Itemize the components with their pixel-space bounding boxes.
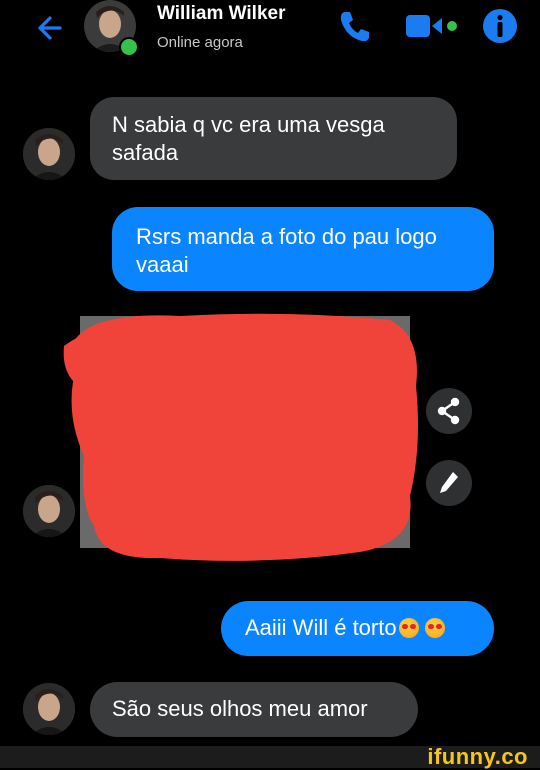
back-arrow-icon[interactable]: [30, 10, 66, 46]
message-bubble-incoming[interactable]: São seus olhos meu amor: [90, 682, 418, 737]
message-bubble-outgoing[interactable]: Rsrs manda a foto do pau logo vaaai: [112, 207, 494, 291]
message-text: safada: [112, 140, 179, 165]
message-bubble-incoming[interactable]: N sabia q vc era uma vesga safada: [90, 97, 457, 180]
message-text: Rsrs manda a foto do pau logo: [136, 224, 437, 249]
contact-name[interactable]: William Wilker: [157, 3, 285, 25]
online-indicator: [119, 37, 139, 57]
chat-header: William Wilker Online agora: [0, 0, 540, 64]
watermark: ifunny.co: [427, 744, 528, 769]
message-text: São seus olhos meu amor: [112, 696, 368, 721]
phone-icon[interactable]: [334, 6, 374, 46]
video-camera-icon[interactable]: [404, 6, 464, 46]
message-bubble-outgoing[interactable]: Aaiii Will é torto: [221, 601, 494, 656]
message-text: vaaai: [136, 252, 189, 277]
message-text: N sabia q vc era uma vesga: [112, 112, 385, 137]
heart-eyes-emoji: [398, 618, 419, 638]
redacted-photo[interactable]: [60, 306, 420, 564]
heart-eyes-emoji: [424, 618, 445, 638]
info-icon[interactable]: [480, 6, 520, 46]
message-text: Aaiii Will é torto: [245, 615, 397, 640]
contact-status: Online agora: [157, 34, 243, 51]
share-icon: [437, 397, 460, 425]
share-button[interactable]: [426, 388, 472, 434]
sender-avatar[interactable]: [23, 683, 75, 735]
edit-button[interactable]: [426, 460, 472, 506]
edit-pencil-icon: [440, 472, 458, 493]
sender-avatar[interactable]: [23, 128, 75, 180]
